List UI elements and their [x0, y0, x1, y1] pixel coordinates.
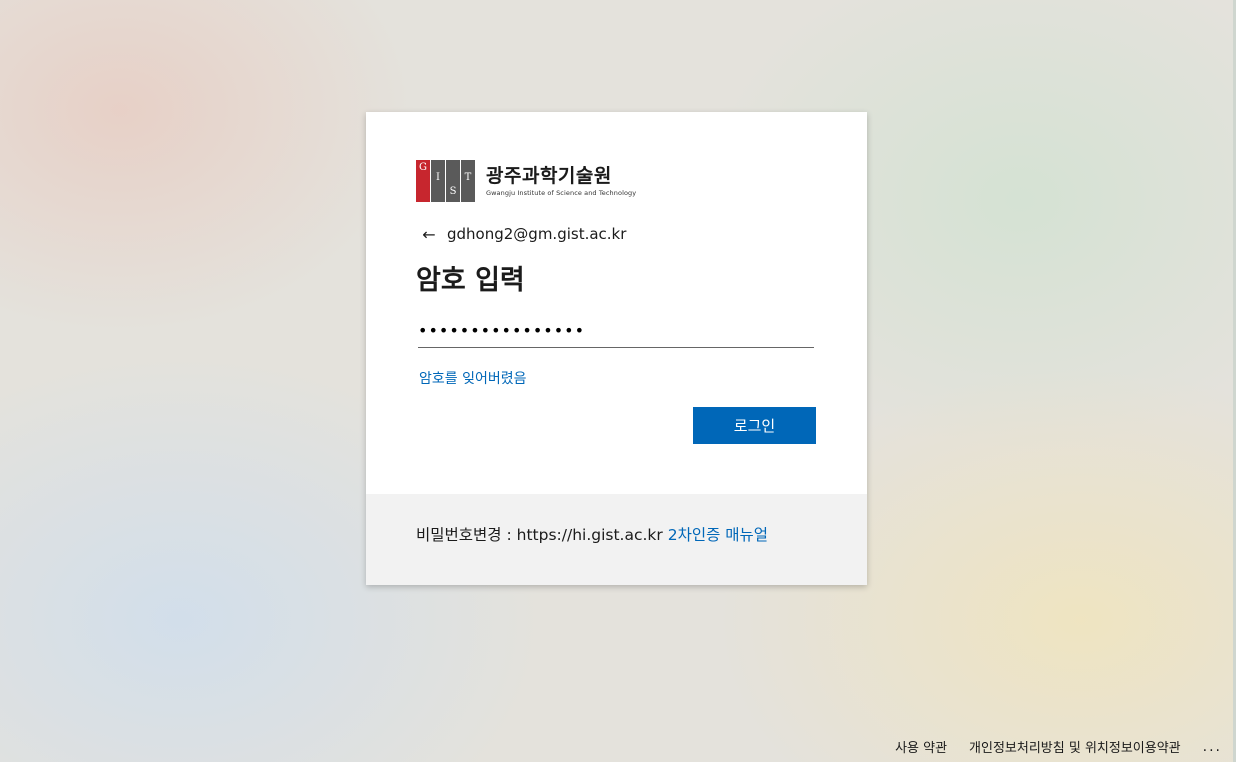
password-change-text: 비밀번호변경 : https://hi.gist.ac.kr	[416, 526, 663, 544]
account-email: gdhong2@gm.gist.ac.kr	[447, 225, 627, 243]
logo-block-t: T	[461, 160, 475, 202]
sign-in-button[interactable]: 로그인	[693, 407, 816, 444]
page-footer: 사용 약관 개인정보처리방침 및 위치정보이용약관 ...	[873, 737, 1222, 757]
more-options-icon[interactable]: ...	[1203, 739, 1222, 755]
logo-block-i: I	[431, 160, 445, 202]
forgot-password-link[interactable]: 암호를 잊어버렸음	[419, 368, 527, 388]
account-identity: ← gdhong2@gm.gist.ac.kr	[419, 224, 626, 244]
info-line: 비밀번호변경 : https://hi.gist.ac.kr 2차인증 매뉴얼	[416, 523, 768, 545]
two-factor-manual-link[interactable]: 2차인증 매뉴얼	[668, 526, 768, 544]
privacy-policy-link[interactable]: 개인정보처리방침 및 위치정보이용약관	[969, 737, 1181, 756]
terms-of-use-link[interactable]: 사용 약관	[895, 737, 947, 756]
logo-name-english: Gwangju Institute of Science and Technol…	[486, 189, 637, 197]
page-title: 암호 입력	[416, 265, 525, 296]
gist-logo-mark: G I S T	[416, 160, 476, 202]
logo-text: 광주과학기술원 Gwangju Institute of Science and…	[486, 165, 636, 197]
logo-name-korean: 광주과학기술원	[486, 165, 612, 187]
info-panel: 비밀번호변경 : https://hi.gist.ac.kr 2차인증 매뉴얼	[366, 494, 867, 585]
logo-block-s: S	[446, 160, 460, 202]
sign-in-card: G I S T 광주과학기술원 Gwangju Institute of Sci…	[366, 112, 867, 585]
password-field[interactable]	[418, 313, 814, 348]
logo-block-g: G	[416, 160, 430, 202]
back-arrow-icon[interactable]: ←	[419, 224, 439, 244]
gist-logo: G I S T 광주과학기술원 Gwangju Institute of Sci…	[416, 160, 636, 202]
